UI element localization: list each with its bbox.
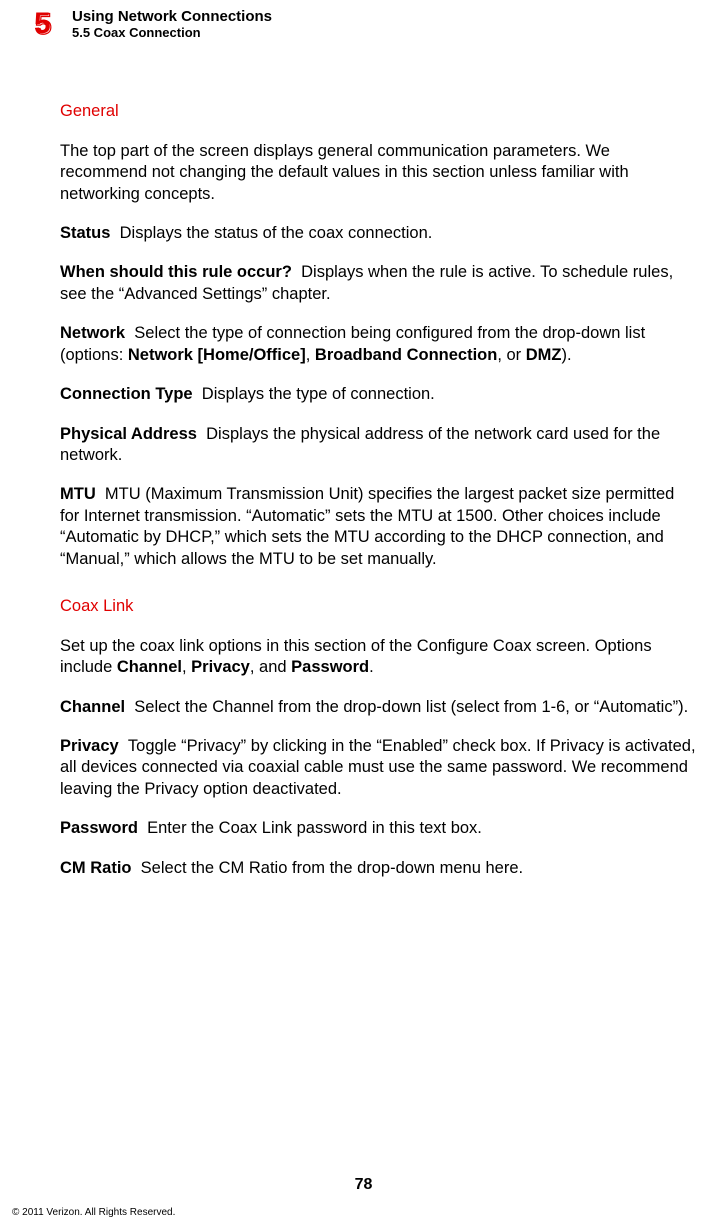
mtu-para: MTU MTU (Maximum Transmission Unit) spec…	[60, 484, 697, 570]
coax-intro: Set up the coax link options in this sec…	[60, 636, 697, 679]
page-header: 5 5 Using Network Connections 5.5 Coax C…	[0, 0, 727, 41]
svg-text:5: 5	[34, 8, 51, 40]
general-intro: The top part of the screen displays gene…	[60, 141, 697, 205]
physaddr-para: Physical Address Displays the physical a…	[60, 424, 697, 467]
network-label: Network	[60, 324, 125, 342]
channel-body: Select the Channel from the drop-down li…	[134, 698, 688, 716]
rule-para: When should this rule occur? Displays wh…	[60, 262, 697, 305]
network-opt2: Broadband Connection	[315, 346, 497, 364]
network-opt1: Network [Home/Office]	[128, 346, 306, 364]
status-body: Displays the status of the coax connecti…	[120, 224, 433, 242]
coax-intro-b2: Privacy	[191, 658, 250, 676]
conntype-body: Displays the type of connection.	[202, 385, 435, 403]
coax-intro-s1: ,	[182, 658, 191, 676]
cmratio-body: Select the CM Ratio from the drop-down m…	[141, 859, 523, 877]
rule-label: When should this rule occur?	[60, 263, 292, 281]
password-label: Password	[60, 819, 138, 837]
section-heading-coax: Coax Link	[60, 596, 697, 617]
physaddr-label: Physical Address	[60, 425, 197, 443]
coax-intro-post: .	[369, 658, 374, 676]
page-content: General The top part of the screen displ…	[0, 41, 727, 879]
chapter-title: Using Network Connections	[72, 8, 272, 25]
coax-intro-s2: , and	[250, 658, 291, 676]
coax-intro-b3: Password	[291, 658, 369, 676]
coax-intro-b1: Channel	[117, 658, 182, 676]
status-para: Status Displays the status of the coax c…	[60, 223, 697, 244]
section-number: 5.5 Coax Connection	[72, 26, 272, 41]
channel-label: Channel	[60, 698, 125, 716]
privacy-para: Privacy Toggle “Privacy” by clicking in …	[60, 736, 697, 800]
network-sep2: , or	[497, 346, 525, 364]
privacy-label: Privacy	[60, 737, 119, 755]
status-label: Status	[60, 224, 110, 242]
section-heading-general: General	[60, 101, 697, 122]
network-para: Network Select the type of connection be…	[60, 323, 697, 366]
channel-para: Channel Select the Channel from the drop…	[60, 697, 697, 718]
mtu-body: MTU (Maximum Transmission Unit) specifie…	[60, 485, 674, 567]
header-titles: Using Network Connections 5.5 Coax Conne…	[72, 8, 272, 41]
chapter-number: 5 5	[34, 8, 60, 40]
privacy-body: Toggle “Privacy” by clicking in the “Ena…	[60, 737, 696, 798]
copyright-text: © 2011 Verizon. All Rights Reserved.	[12, 1207, 175, 1218]
conntype-para: Connection Type Displays the type of con…	[60, 384, 697, 405]
network-body-post: ).	[562, 346, 572, 364]
cmratio-label: CM Ratio	[60, 859, 132, 877]
password-para: Password Enter the Coax Link password in…	[60, 818, 697, 839]
mtu-label: MTU	[60, 485, 96, 503]
conntype-label: Connection Type	[60, 385, 193, 403]
network-sep1: ,	[306, 346, 315, 364]
network-opt3: DMZ	[526, 346, 562, 364]
password-body: Enter the Coax Link password in this tex…	[147, 819, 482, 837]
cmratio-para: CM Ratio Select the CM Ratio from the dr…	[60, 858, 697, 879]
page-number: 78	[0, 1176, 727, 1194]
